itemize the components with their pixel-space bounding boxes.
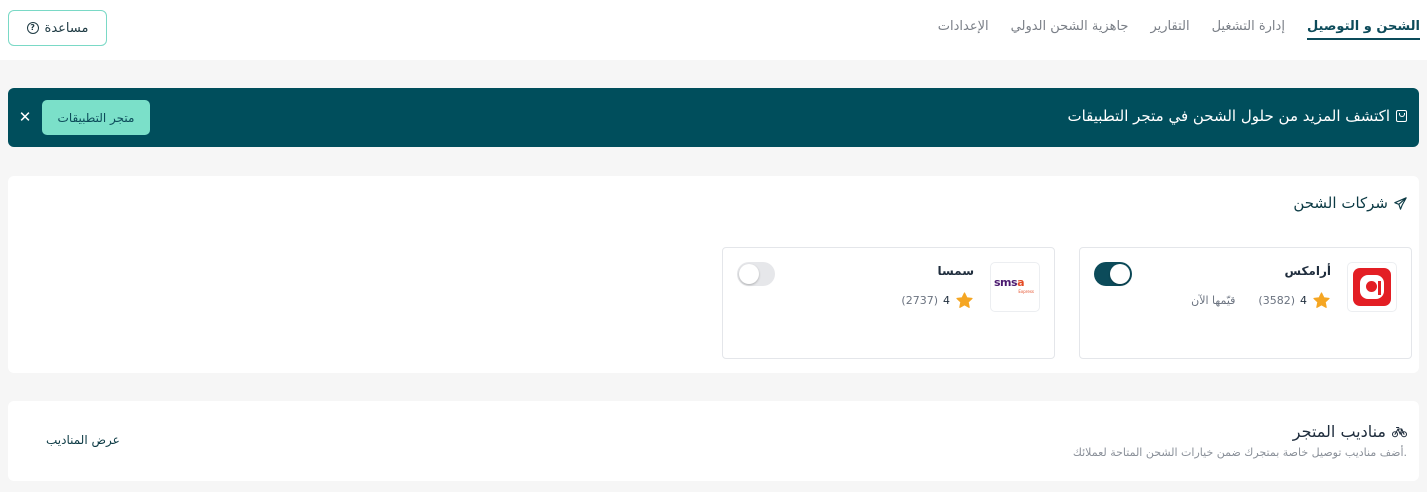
section-title-carriers: شركات الشحن — [1293, 194, 1407, 212]
aramex-logo — [1347, 262, 1397, 312]
shipping-page: الشحن و التوصيل إدارة التشغيل التقارير ج… — [0, 0, 1427, 492]
carrier-card-aramex[interactable]: أرامكس 4 (3582) قيّمها الآن — [1079, 247, 1412, 359]
smsa-enable-toggle[interactable] — [737, 262, 775, 286]
banner-text: اكتشف المزيد من حلول الشحن في متجر التطب… — [1067, 107, 1390, 125]
app-store-button[interactable]: متجر التطبيقات — [42, 100, 150, 135]
review-count: (2737) — [901, 294, 938, 307]
smsa-logo: smsa Express — [990, 262, 1040, 312]
app-store-banner: اكتشف المزيد من حلول الشحن في متجر التطب… — [8, 88, 1419, 147]
section-title-couriers: مناديب المتجر — [1293, 422, 1407, 441]
nav-tabs: الشحن و التوصيل إدارة التشغيل التقارير ج… — [938, 19, 1420, 40]
plane-icon — [1394, 196, 1407, 210]
tab-settings[interactable]: الإعدادات — [938, 19, 989, 40]
review-count: (3582) — [1258, 294, 1295, 307]
view-couriers-link[interactable]: عرض المناديب — [46, 433, 120, 447]
star-icon — [1313, 292, 1330, 308]
close-icon[interactable]: ✕ — [18, 108, 32, 126]
tab-shipping-delivery[interactable]: الشحن و التوصيل — [1306, 19, 1420, 40]
store-couriers-card: مناديب المتجر أضف مناديب توصيل خاصة بمتج… — [8, 401, 1419, 481]
rating-value: 4 — [943, 294, 950, 307]
rate-now-link[interactable]: قيّمها الآن — [1191, 294, 1235, 307]
bike-icon — [1392, 426, 1407, 437]
carrier-name: أرامكس — [1284, 264, 1331, 278]
rating-value: 4 — [1300, 294, 1307, 307]
tab-operations[interactable]: إدارة التشغيل — [1212, 19, 1285, 40]
shipping-companies-card: شركات الشحن أرامكس 4 (3582) قيّمها الآن — [8, 176, 1419, 373]
couriers-description: أضف مناديب توصيل خاصة بمتجرك ضمن خيارات … — [1072, 446, 1407, 459]
store-bag-icon — [1396, 110, 1407, 122]
top-nav-bar: الشحن و التوصيل إدارة التشغيل التقارير ج… — [0, 0, 1427, 60]
help-label: مساعدة — [44, 20, 89, 36]
banner-message: اكتشف المزيد من حلول الشحن في متجر التطب… — [1067, 107, 1407, 125]
tab-international-readiness[interactable]: جاهزية الشحن الدولي — [1011, 19, 1129, 40]
star-icon — [956, 292, 973, 308]
carrier-name: سمسا — [937, 264, 974, 278]
tab-reports[interactable]: التقارير — [1150, 19, 1189, 40]
carriers-title: شركات الشحن — [1293, 194, 1388, 212]
aramex-logo-mark — [1353, 268, 1391, 306]
smsa-logo-mark: smsa Express — [994, 276, 1034, 295]
couriers-title: مناديب المتجر — [1292, 422, 1386, 441]
question-circle-icon: ? — [26, 22, 39, 34]
carrier-rating: 4 (3582) قيّمها الآن — [1191, 291, 1331, 310]
help-button[interactable]: مساعدة ? — [8, 10, 107, 46]
carrier-card-smsa[interactable]: smsa Express سمسا 4 (2737) — [722, 247, 1055, 359]
carrier-rating: 4 (2737) — [901, 291, 974, 310]
aramex-enable-toggle[interactable] — [1094, 262, 1132, 286]
